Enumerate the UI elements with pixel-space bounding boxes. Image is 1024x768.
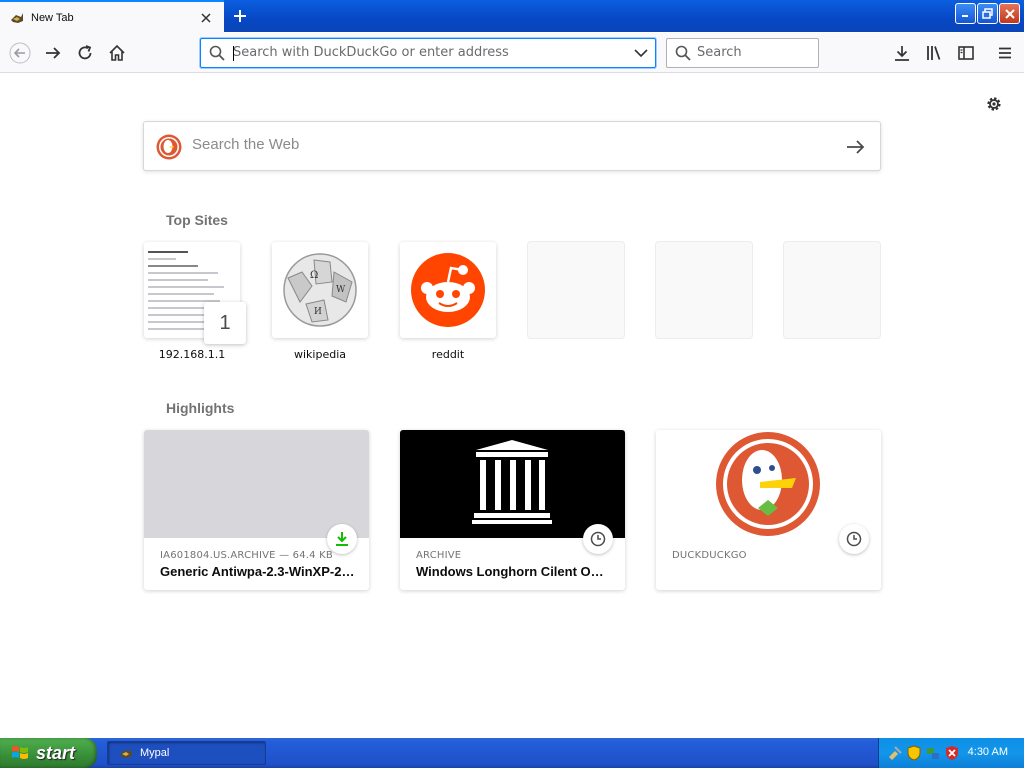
search-icon bbox=[209, 45, 225, 61]
highlight-card[interactable]: DUCKDUCKGO bbox=[656, 430, 881, 590]
back-arrow-icon bbox=[9, 42, 31, 64]
forward-button[interactable] bbox=[37, 37, 69, 69]
mypal-favicon-icon bbox=[11, 12, 23, 23]
url-bar[interactable] bbox=[200, 38, 656, 68]
start-label: start bbox=[36, 742, 76, 763]
library-button[interactable] bbox=[918, 37, 950, 69]
minimize-icon bbox=[962, 15, 968, 17]
card-source: ARCHIVE bbox=[416, 550, 462, 561]
security-alert-icon[interactable] bbox=[944, 745, 960, 761]
navigation-toolbar bbox=[0, 33, 1024, 73]
top-site-placeholder bbox=[784, 242, 880, 338]
card-title: Windows Longhorn Cilent Ome... bbox=[416, 564, 611, 579]
duckduckgo-logo-icon bbox=[716, 432, 820, 536]
minimize-button[interactable] bbox=[955, 3, 976, 24]
clock-icon bbox=[839, 524, 869, 554]
top-site-label[interactable]: wikipedia bbox=[272, 348, 368, 361]
sidebar-button[interactable] bbox=[950, 37, 982, 69]
top-site-badge: 1 bbox=[204, 302, 246, 344]
card-thumbnail bbox=[400, 430, 625, 538]
top-site-label[interactable]: 192.168.1.1 bbox=[144, 348, 240, 361]
svg-text:Ω: Ω bbox=[310, 270, 318, 281]
tab-title: New Tab bbox=[31, 11, 74, 24]
search-input[interactable] bbox=[697, 45, 807, 60]
forward-arrow-icon bbox=[46, 47, 61, 59]
tab-new-tab[interactable]: New Tab bbox=[0, 0, 224, 33]
card-title: Generic Antiwpa-2.3-WinXP-2k... bbox=[160, 564, 355, 579]
top-site-placeholder bbox=[528, 242, 624, 338]
top-site-label[interactable]: reddit bbox=[400, 348, 496, 361]
security-shield-icon[interactable] bbox=[906, 745, 922, 761]
card-thumbnail bbox=[656, 430, 881, 538]
library-icon bbox=[927, 46, 941, 60]
new-tab-page: Top Sites 1 192.168.1.1 Ω W И wikipedia bbox=[0, 74, 1024, 738]
gear-icon[interactable] bbox=[984, 94, 1004, 114]
top-site-tile-wikipedia[interactable]: Ω W И bbox=[272, 242, 368, 338]
web-search-input[interactable] bbox=[192, 136, 812, 153]
back-button[interactable] bbox=[4, 37, 36, 69]
home-button[interactable] bbox=[101, 37, 133, 69]
card-source: IA601804.US.ARCHIVE — 64.4 KB bbox=[160, 550, 333, 561]
reload-button[interactable] bbox=[69, 37, 101, 69]
window-close-button[interactable] bbox=[999, 3, 1020, 24]
downloads-button[interactable] bbox=[886, 37, 918, 69]
taskbar: start Mypal 4:30 AM bbox=[0, 738, 1024, 768]
system-clock[interactable]: 4:30 AM bbox=[968, 746, 1008, 758]
home-icon bbox=[109, 44, 125, 61]
restore-icon bbox=[982, 8, 993, 19]
top-site-tile-reddit[interactable] bbox=[400, 242, 496, 338]
taskbar-button-mypal[interactable]: Mypal bbox=[107, 741, 266, 765]
web-search-box[interactable] bbox=[143, 121, 881, 171]
hamburger-menu-icon bbox=[999, 47, 1011, 59]
close-icon bbox=[1004, 8, 1015, 19]
card-thumbnail bbox=[144, 430, 369, 538]
arrow-right-icon[interactable] bbox=[844, 136, 866, 158]
restore-button[interactable] bbox=[977, 3, 998, 24]
close-tab-icon[interactable] bbox=[194, 6, 218, 30]
new-tab-plus-icon[interactable] bbox=[228, 4, 252, 28]
reload-icon bbox=[78, 45, 92, 60]
url-input[interactable] bbox=[233, 45, 613, 60]
svg-text:W: W bbox=[336, 285, 346, 295]
network-tools-icon[interactable] bbox=[887, 745, 903, 761]
clock-icon bbox=[583, 524, 613, 554]
card-source: DUCKDUCKGO bbox=[672, 550, 747, 561]
network-connection-icon[interactable] bbox=[925, 745, 941, 761]
system-tray: 4:30 AM bbox=[878, 738, 1024, 768]
duckduckgo-logo-icon bbox=[156, 134, 182, 160]
taskbar-button-label: Mypal bbox=[140, 747, 170, 759]
sidebar-icon bbox=[958, 46, 974, 60]
windows-logo-icon bbox=[12, 746, 28, 759]
wikipedia-globe-icon: Ω W И bbox=[283, 253, 357, 327]
top-site-placeholder bbox=[656, 242, 752, 338]
mypal-app-icon bbox=[120, 748, 132, 758]
internet-archive-logo-icon bbox=[472, 440, 552, 524]
download-arrow-icon bbox=[895, 46, 909, 61]
start-button[interactable]: start bbox=[0, 738, 97, 768]
menu-button[interactable] bbox=[989, 37, 1021, 69]
search-bar[interactable] bbox=[666, 38, 819, 68]
highlight-card[interactable]: ARCHIVE Windows Longhorn Cilent Ome... bbox=[400, 430, 625, 590]
svg-text:И: И bbox=[314, 307, 322, 317]
highlights-heading: Highlights bbox=[166, 400, 235, 416]
top-sites-heading: Top Sites bbox=[166, 212, 228, 228]
tab-strip: New Tab bbox=[0, 0, 1024, 33]
reddit-alien-icon bbox=[411, 253, 485, 327]
highlight-card[interactable]: IA601804.US.ARCHIVE — 64.4 KB Generic An… bbox=[144, 430, 369, 590]
text-cursor bbox=[233, 46, 234, 61]
chevron-down-icon[interactable] bbox=[633, 45, 649, 61]
search-icon bbox=[675, 45, 691, 61]
